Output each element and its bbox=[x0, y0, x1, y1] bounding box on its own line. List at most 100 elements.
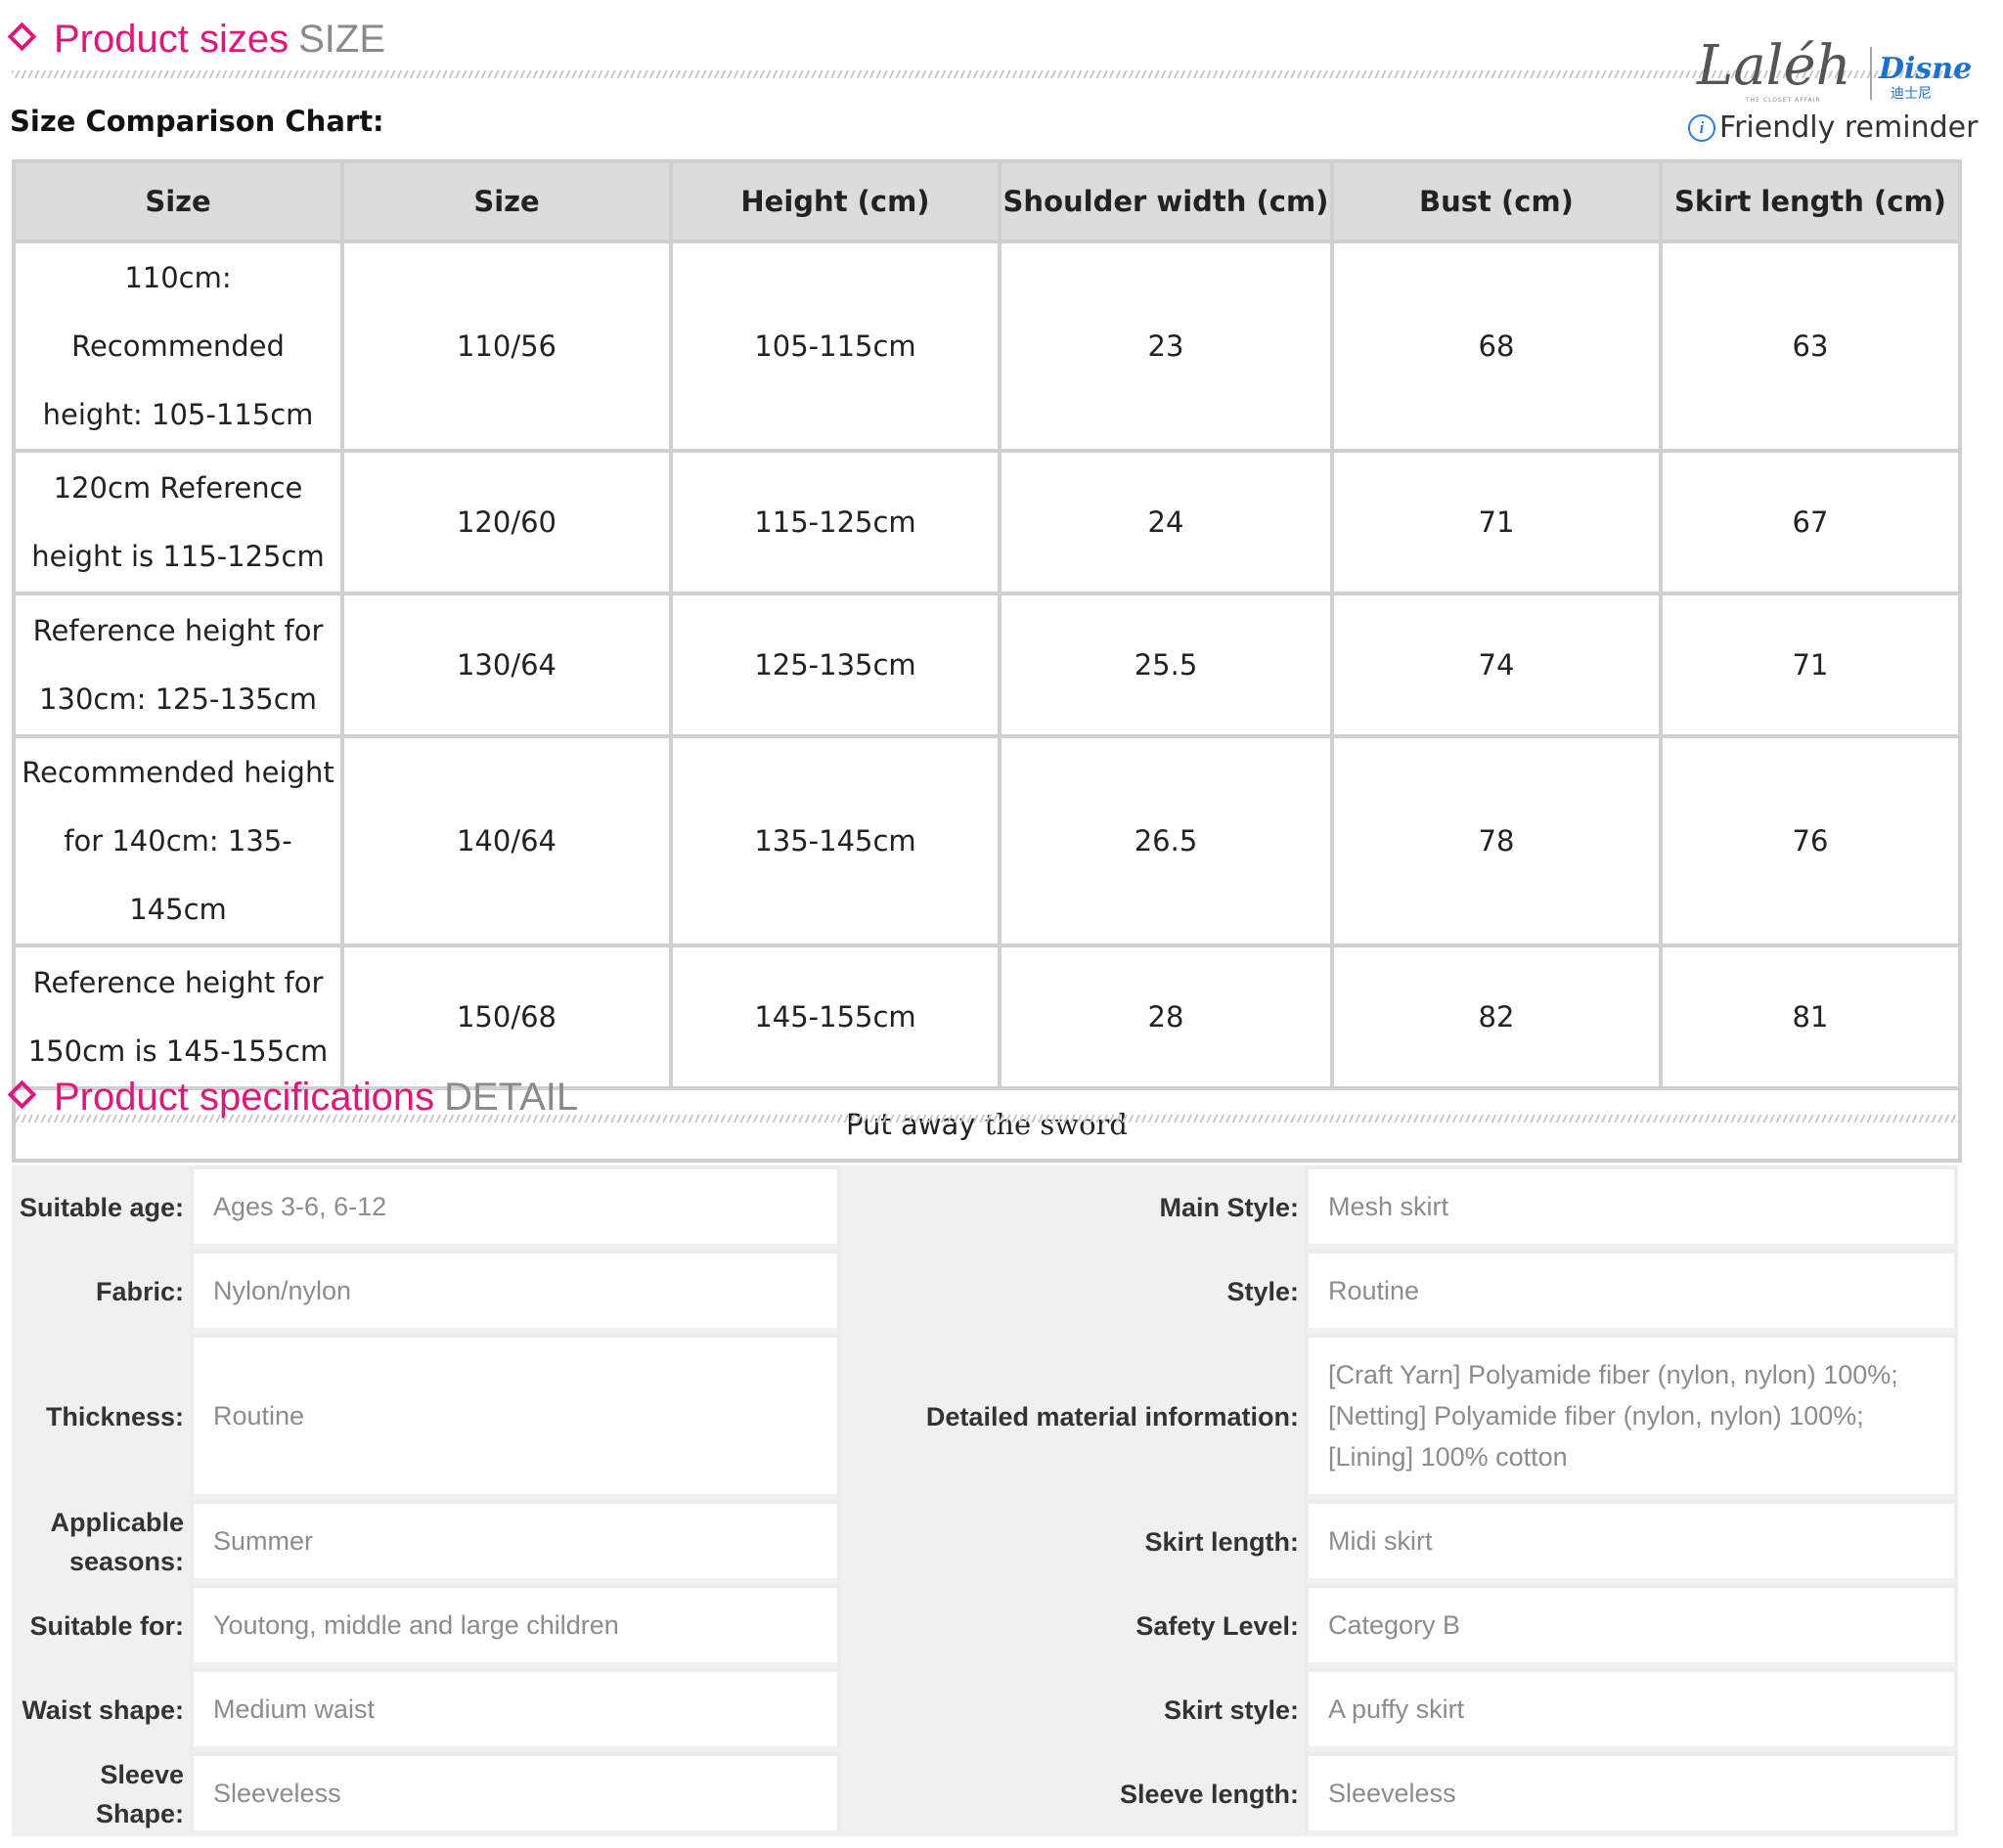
table-cell: 120cm Reference height is 115-125cm bbox=[12, 449, 344, 595]
diamond-bullet-icon bbox=[7, 1079, 37, 1110]
logo-script-text: Laléh bbox=[1696, 34, 1851, 98]
spec-row: Suitable age: Ages 3-6, 6-12 Main Style:… bbox=[12, 1166, 1958, 1250]
spec-value: Summer bbox=[190, 1500, 841, 1584]
table-cell: Reference height for 130cm: 125-135cm bbox=[12, 592, 344, 738]
spec-label: Waist shape: bbox=[12, 1668, 190, 1752]
diamond-bullet-icon bbox=[7, 22, 37, 52]
footer-text-part: Put away bbox=[846, 1108, 976, 1141]
table-cell: 26.5 bbox=[998, 734, 1334, 947]
table-cell: 71 bbox=[1659, 592, 1962, 738]
table-cell: 125-135cm bbox=[669, 592, 1002, 738]
specifications-table: Suitable age: Ages 3-6, 6-12 Main Style:… bbox=[12, 1166, 1958, 1836]
table-cell: 130/64 bbox=[340, 592, 673, 738]
spec-value: Routine bbox=[1305, 1250, 1958, 1334]
table-cell: 150/68 bbox=[340, 944, 673, 1090]
table-cell: 82 bbox=[1330, 944, 1663, 1090]
spec-label: Style: bbox=[841, 1250, 1305, 1334]
spec-row: Waist shape: Medium waist Skirt style: A… bbox=[12, 1668, 1958, 1752]
spec-value: Nylon/nylon bbox=[190, 1250, 841, 1334]
section-divider bbox=[12, 70, 1958, 78]
table-cell: Recommended height for 140cm: 135-145cm bbox=[12, 734, 344, 947]
logo-tagline: THE CLOSET AFFAIR bbox=[1745, 97, 1821, 104]
footer-text-part: sword bbox=[1040, 1108, 1128, 1141]
spec-label: Suitable age: bbox=[12, 1166, 190, 1250]
spec-label: Thickness: bbox=[12, 1334, 190, 1500]
table-cell: 140/64 bbox=[340, 734, 673, 947]
spec-value-multiline: [Craft Yarn] Polyamide fiber (nylon, nyl… bbox=[1305, 1334, 1958, 1500]
table-cell: 110cm: Recommended height: 105-115cm bbox=[12, 240, 344, 453]
table-cell: 76 bbox=[1659, 734, 1962, 947]
spec-label: Skirt style: bbox=[841, 1668, 1305, 1752]
table-header-row: Size Size Height (cm) Shoulder width (cm… bbox=[12, 159, 1962, 243]
table-row: Recommended height for 140cm: 135-145cm … bbox=[12, 734, 1962, 947]
table-cell: 67 bbox=[1659, 449, 1962, 595]
spec-value: Mesh skirt bbox=[1305, 1166, 1958, 1250]
spec-label: Main Style: bbox=[841, 1166, 1305, 1250]
table-cell: 120/60 bbox=[340, 449, 673, 595]
size-section-subtitle: SIZE bbox=[298, 18, 386, 61]
logo-brand-cn: 迪士尼 bbox=[1891, 86, 1932, 102]
spec-label: Skirt length: bbox=[841, 1500, 1305, 1584]
logo-brand: Disney bbox=[1878, 52, 1971, 86]
spec-value: Routine bbox=[190, 1334, 841, 1500]
spec-label: Sleeve Shape: bbox=[12, 1752, 190, 1836]
table-cell: 28 bbox=[998, 944, 1334, 1090]
spec-label: Fabric: bbox=[12, 1250, 190, 1334]
table-cell: 78 bbox=[1330, 734, 1663, 947]
table-cell: 23 bbox=[998, 240, 1334, 453]
friendly-reminder-label: Friendly reminder bbox=[1719, 110, 1979, 145]
column-header: Size bbox=[12, 159, 344, 243]
material-line: [Lining] 100% cotton bbox=[1328, 1442, 1568, 1472]
table-row: Reference height for 130cm: 125-135cm 13… bbox=[12, 592, 1962, 738]
table-cell: 74 bbox=[1330, 592, 1663, 738]
spec-label: Applicable seasons: bbox=[12, 1500, 190, 1584]
spec-value: A puffy skirt bbox=[1305, 1668, 1958, 1752]
friendly-reminder[interactable]: i Friendly reminder bbox=[1688, 110, 1978, 145]
info-icon: i bbox=[1688, 113, 1715, 142]
spec-value: Sleeveless bbox=[1305, 1752, 1958, 1836]
table-cell: 81 bbox=[1659, 944, 1962, 1090]
table-cell: 145-155cm bbox=[669, 944, 1002, 1090]
column-header: Bust (cm) bbox=[1330, 159, 1663, 243]
spec-row: Applicable seasons: Summer Skirt length:… bbox=[12, 1500, 1958, 1584]
spec-value: Ages 3-6, 6-12 bbox=[190, 1166, 841, 1250]
table-cell: 71 bbox=[1330, 449, 1663, 595]
spec-label: Suitable for: bbox=[12, 1584, 190, 1668]
spec-row: Sleeve Shape: Sleeveless Sleeve length: … bbox=[12, 1752, 1958, 1836]
spec-value: Medium waist bbox=[190, 1668, 841, 1752]
spec-value: Midi skirt bbox=[1305, 1500, 1958, 1584]
table-row: 110cm: Recommended height: 105-115cm 110… bbox=[12, 240, 1962, 453]
material-line: [Craft Yarn] Polyamide fiber (nylon, nyl… bbox=[1328, 1360, 1898, 1389]
brand-logo: Laléh THE CLOSET AFFAIR Disney 迪士尼 bbox=[1696, 34, 1971, 104]
spec-row: Thickness: Routine Detailed material inf… bbox=[12, 1334, 1958, 1500]
spec-label: Detailed material information: bbox=[841, 1334, 1305, 1500]
spec-section-subtitle: DETAIL bbox=[444, 1076, 579, 1119]
table-cell: 68 bbox=[1330, 240, 1663, 453]
spec-row: Fabric: Nylon/nylon Style: Routine bbox=[12, 1250, 1958, 1334]
table-cell: 24 bbox=[998, 449, 1334, 595]
size-chart-label: Size Comparison Chart: bbox=[10, 105, 384, 138]
column-header: Skirt length (cm) bbox=[1659, 159, 1962, 243]
table-cell: Reference height for 150cm is 145-155cm bbox=[12, 944, 344, 1090]
spec-value: Youtong, middle and large children bbox=[190, 1584, 841, 1668]
size-section-title: Product sizes bbox=[54, 18, 289, 61]
column-header: Shoulder width (cm) bbox=[998, 159, 1334, 243]
section-divider bbox=[12, 1115, 1958, 1122]
material-line: [Netting] Polyamide fiber (nylon, nylon)… bbox=[1328, 1401, 1864, 1430]
table-cell: 63 bbox=[1659, 240, 1962, 453]
table-cell: 105-115cm bbox=[669, 240, 1002, 453]
column-header: Height (cm) bbox=[669, 159, 1002, 243]
column-header: Size bbox=[340, 159, 673, 243]
spec-section-header: Product specifications DETAIL bbox=[7, 1076, 579, 1120]
table-row: Reference height for 150cm is 145-155cm … bbox=[12, 944, 1962, 1090]
table-cell: 25.5 bbox=[998, 592, 1334, 738]
table-cell: 110/56 bbox=[340, 240, 673, 453]
spec-value: Category B bbox=[1305, 1584, 1958, 1668]
footer-text-part: the bbox=[984, 1108, 1032, 1141]
spec-row: Suitable for: Youtong, middle and large … bbox=[12, 1584, 1958, 1668]
table-cell: 135-145cm bbox=[669, 734, 1002, 947]
size-section-header: Product sizes SIZE bbox=[7, 18, 386, 62]
spec-label: Safety Level: bbox=[841, 1584, 1305, 1668]
spec-value: Sleeveless bbox=[190, 1752, 841, 1836]
spec-label: Sleeve length: bbox=[841, 1752, 1305, 1836]
